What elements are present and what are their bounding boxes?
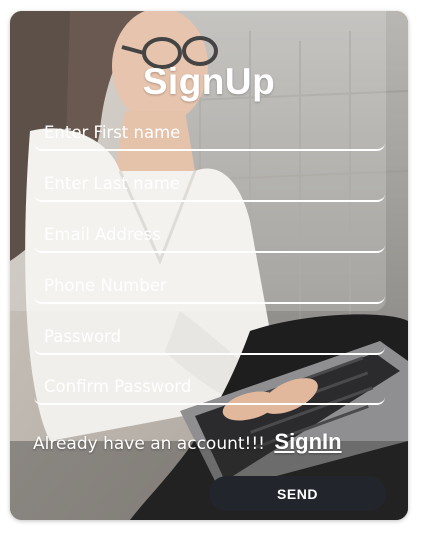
signin-row: Already have an account!!! SignIn (33, 429, 342, 455)
last-name-field (34, 168, 385, 202)
phone-input[interactable] (34, 270, 385, 302)
form-title: SignUp (142, 61, 276, 102)
last-name-input[interactable] (34, 168, 385, 200)
password-input[interactable] (34, 321, 385, 353)
confirm-password-input[interactable] (34, 371, 385, 403)
signup-card: SignUp Already have an account!!! SignIn… (10, 11, 408, 520)
first-name-field (34, 117, 385, 151)
signin-prompt: Already have an account!!! (33, 434, 265, 454)
signin-link[interactable]: SignIn (274, 429, 341, 454)
confirm-password-field (34, 371, 385, 405)
phone-field (34, 270, 385, 304)
form-glass-panel (10, 11, 386, 311)
password-field (34, 321, 385, 355)
first-name-input[interactable] (34, 117, 385, 149)
send-button[interactable]: SEND (209, 476, 386, 511)
email-input[interactable] (34, 219, 385, 251)
email-field (34, 219, 385, 253)
